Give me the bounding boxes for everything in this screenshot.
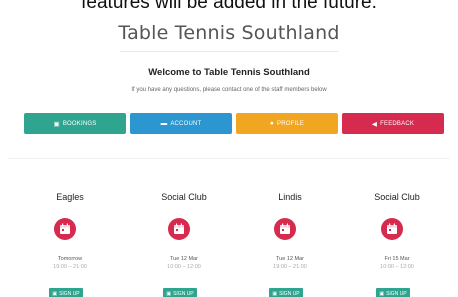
session-time: 19:00 – 21:00: [273, 264, 307, 270]
session-calendar-icon: [274, 218, 296, 240]
bookings-button-label: BOOKINGS: [62, 120, 97, 127]
profile-button-label: PROFILE: [277, 120, 305, 127]
session-time: 19:00 – 21:00: [53, 264, 87, 270]
sign-up-label: SIGN UP: [386, 291, 407, 297]
session-date: Tomorrow: [57, 256, 83, 262]
feedback-button[interactable]: ◀ FEEDBACK: [342, 113, 444, 134]
session-calendar-icon: [381, 218, 403, 240]
profile-button[interactable]: ● PROFILE: [236, 113, 338, 134]
welcome-heading: Welcome to Table Tennis Southland: [148, 67, 310, 78]
session-venue: Eagles: [56, 192, 84, 202]
action-buttons-row: ▣ BOOKINGS ▬ ACCOUNT ● PROFILE ◀ FEEDBAC…: [24, 113, 444, 135]
calendar-icon: ▣: [272, 291, 278, 297]
session-calendar-icon: [168, 218, 190, 240]
session-venue: Lindis: [278, 192, 302, 202]
session-calendar-icon: [54, 218, 76, 240]
calendar-icon: ▣: [53, 120, 60, 128]
session-card: Lindis Tue 12 Mar 19:00 – 21:00 ▣ SIGN U…: [245, 192, 335, 297]
session-time: 10:00 – 12:00: [380, 264, 414, 270]
session-venue: Social Club: [161, 192, 207, 202]
calendar-icon: ▣: [52, 291, 58, 297]
user-icon: ●: [269, 120, 275, 127]
session-venue: Social Club: [374, 192, 420, 202]
cropped-caption-text: features will be added in the future.: [81, 0, 377, 13]
sign-up-label: SIGN UP: [279, 291, 300, 297]
calendar-icon: ▣: [166, 291, 172, 297]
sign-up-label: SIGN UP: [173, 291, 194, 297]
session-card: Eagles Tomorrow 19:00 – 21:00 ▣ SIGN UP: [25, 192, 115, 297]
megaphone-icon: ◀: [371, 120, 378, 128]
sign-up-button[interactable]: ▣ SIGN UP: [49, 288, 83, 297]
account-button-label: ACCOUNT: [170, 120, 202, 127]
session-time: 10:00 – 12:00: [167, 264, 201, 270]
calendar-icon: ▣: [379, 291, 385, 297]
bookings-button[interactable]: ▣ BOOKINGS: [24, 113, 126, 134]
welcome-subtext: If you have any questions, please contac…: [131, 87, 327, 93]
title-divider: [120, 51, 338, 52]
session-date: Fri 15 Mar: [384, 256, 410, 262]
sign-up-label: SIGN UP: [59, 291, 80, 297]
sign-up-button[interactable]: ▣ SIGN UP: [269, 288, 303, 297]
card-icon: ▬: [160, 120, 168, 127]
app-title: Table Tennis Southland: [118, 22, 340, 44]
session-card: Social Club Tue 12 Mar 10:00 – 12:00 ▣ S…: [139, 192, 229, 297]
session-card: Social Club Fri 15 Mar 10:00 – 12:00 ▣ S…: [352, 192, 442, 297]
account-button[interactable]: ▬ ACCOUNT: [130, 113, 232, 134]
feedback-button-label: FEEDBACK: [380, 120, 415, 127]
session-date: Tue 12 Mar: [276, 256, 304, 262]
session-date: Tue 12 Mar: [170, 256, 198, 262]
sign-up-button[interactable]: ▣ SIGN UP: [376, 288, 410, 297]
section-divider: [8, 158, 450, 159]
sign-up-button[interactable]: ▣ SIGN UP: [163, 288, 197, 297]
